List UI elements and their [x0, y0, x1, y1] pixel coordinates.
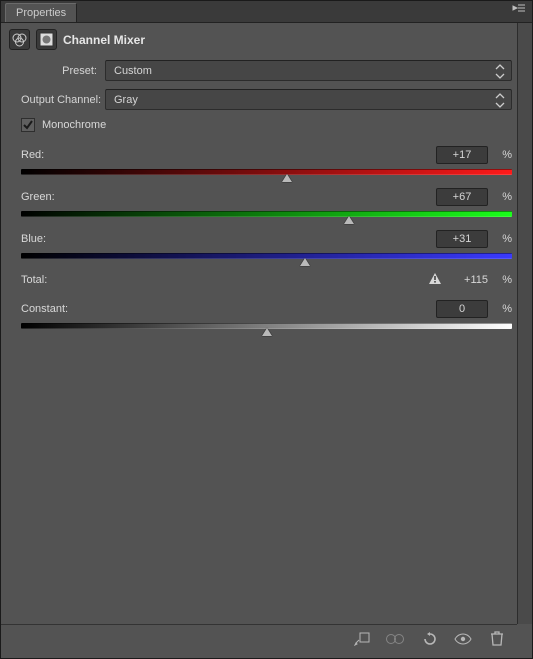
dropdown-arrows-icon — [493, 92, 507, 109]
blue-gradient-bar — [21, 253, 512, 259]
constant-unit: % — [494, 303, 512, 315]
reset-button[interactable] — [419, 629, 439, 649]
constant-slider-thumb[interactable] — [262, 328, 272, 336]
checkmark-icon — [22, 119, 34, 131]
output-channel-value: Gray — [114, 94, 138, 106]
constant-label: Constant: — [21, 303, 436, 315]
total-label: Total: — [21, 274, 428, 286]
warning-icon — [428, 272, 442, 288]
toggle-visibility-button[interactable] — [453, 629, 473, 649]
blue-slider-row: Blue: % — [21, 230, 512, 262]
blue-slider-track[interactable] — [21, 252, 512, 262]
green-label: Green: — [21, 191, 436, 203]
red-label: Red: — [21, 149, 436, 161]
constant-slider-row: Constant: % — [21, 300, 512, 332]
panel-header: Channel Mixer — [1, 23, 532, 56]
green-slider-row: Green: % — [21, 188, 512, 220]
total-value: +115 — [448, 274, 488, 286]
red-slider-track[interactable] — [21, 168, 512, 178]
output-channel-select[interactable]: Gray — [105, 89, 512, 110]
green-slider-thumb[interactable] — [344, 216, 354, 224]
preset-select[interactable]: Custom — [105, 60, 512, 81]
blue-unit: % — [494, 233, 512, 245]
blue-value-input[interactable] — [436, 230, 488, 248]
form-area: Preset: Custom Output Channel: Gray Mono… — [1, 56, 532, 332]
preset-value: Custom — [114, 65, 152, 77]
layer-mask-icon[interactable] — [36, 29, 57, 50]
green-unit: % — [494, 191, 512, 203]
monochrome-row: Monochrome — [21, 118, 512, 132]
tab-properties[interactable]: Properties — [5, 3, 77, 22]
tabbar: Properties — [1, 1, 532, 23]
total-row: Total: +115 % — [21, 272, 512, 288]
red-unit: % — [494, 149, 512, 161]
red-value-input[interactable] — [436, 146, 488, 164]
red-slider-thumb[interactable] — [282, 174, 292, 182]
panel-menu-icon[interactable] — [512, 4, 526, 18]
panel-title: Channel Mixer — [63, 33, 145, 47]
view-previous-state-button[interactable] — [385, 629, 405, 649]
clip-to-layer-button[interactable] — [351, 629, 371, 649]
preset-row: Preset: Custom — [21, 60, 512, 81]
output-channel-row: Output Channel: Gray — [21, 89, 512, 110]
green-slider-track[interactable] — [21, 210, 512, 220]
total-unit: % — [494, 274, 512, 286]
dropdown-arrows-icon — [493, 63, 507, 80]
green-value-input[interactable] — [436, 188, 488, 206]
green-gradient-bar — [21, 211, 512, 217]
monochrome-checkbox[interactable] — [21, 118, 35, 132]
monochrome-label: Monochrome — [42, 119, 106, 131]
constant-slider-track[interactable] — [21, 322, 512, 332]
red-slider-row: Red: % — [21, 146, 512, 178]
delete-button[interactable] — [487, 629, 507, 649]
preset-label: Preset: — [21, 65, 97, 77]
blue-slider-thumb[interactable] — [300, 258, 310, 266]
output-channel-label: Output Channel: — [21, 94, 97, 106]
blue-label: Blue: — [21, 233, 436, 245]
channel-mixer-icon — [9, 29, 30, 50]
footer-bar — [1, 624, 517, 652]
red-gradient-bar — [21, 169, 512, 175]
constant-value-input[interactable] — [436, 300, 488, 318]
scrollbar[interactable] — [517, 23, 532, 624]
